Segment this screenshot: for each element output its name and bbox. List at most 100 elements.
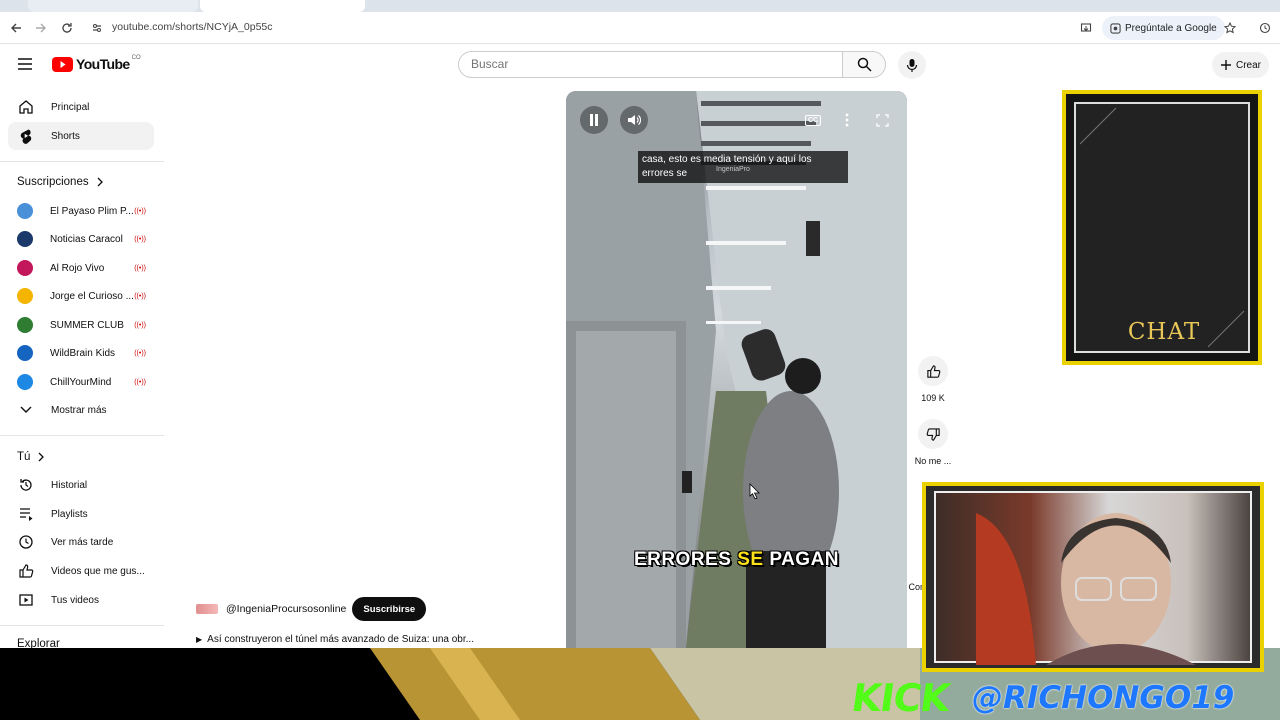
pause-button[interactable] <box>580 106 608 134</box>
channel-handle[interactable]: @IngeniaProcursosonline <box>226 603 346 615</box>
caption-word: PAGAN <box>769 549 840 570</box>
mouse-cursor-icon <box>749 483 760 499</box>
live-icon: ((•)) <box>134 264 146 272</box>
home-icon <box>17 98 35 116</box>
pause-icon <box>590 114 598 126</box>
forward-icon[interactable] <box>31 18 51 38</box>
sidebar-item-playlists[interactable]: Playlists <box>8 500 154 528</box>
sidebar-item-historial[interactable]: Historial <box>8 471 154 499</box>
plus-icon <box>1221 60 1231 70</box>
like-button[interactable] <box>918 356 948 386</box>
more-options-button[interactable] <box>833 106 861 134</box>
webcam-feed <box>934 491 1252 665</box>
search-box <box>458 51 842 78</box>
like-count: 109 K <box>921 393 945 403</box>
sidebar-item-label: Ver más tarde <box>51 536 114 548</box>
channel-avatar[interactable] <box>196 604 218 614</box>
sidebar-item-label: Al Rojo Vivo <box>50 262 105 274</box>
subscription-item[interactable]: Noticias Caracol ((•)) <box>8 225 154 253</box>
kick-logo: KICK <box>848 676 953 720</box>
thumbs-down-icon <box>926 427 940 441</box>
shorts-video-player[interactable]: CC casa, esto es media tensión y aquí lo… <box>566 91 907 648</box>
sidebar-item-shorts[interactable]: Shorts <box>8 122 154 150</box>
live-icon: ((•)) <box>134 292 146 300</box>
sidebar-item-watch-later[interactable]: Ver más tarde <box>8 528 154 556</box>
history-sync-icon[interactable] <box>1255 18 1275 38</box>
search-icon <box>857 57 872 72</box>
you-header-label: Tú <box>17 451 31 463</box>
sidebar-divider <box>0 435 164 436</box>
kick-handle: @RICHONGO19 <box>972 680 1235 716</box>
dislike-button[interactable] <box>918 419 948 449</box>
site-settings-icon[interactable] <box>87 18 107 38</box>
sidebar-item-label: Noticias Caracol <box>50 233 123 245</box>
sidebar-item-label: WildBrain Kids <box>50 347 116 359</box>
channel-avatar <box>17 317 33 333</box>
live-icon: ((•)) <box>134 378 146 386</box>
search-button[interactable] <box>842 51 886 78</box>
browser-tab-active[interactable] <box>200 0 365 12</box>
playlists-icon <box>17 505 35 523</box>
chevron-down-icon <box>17 401 35 419</box>
live-icon: ((•)) <box>134 321 146 329</box>
sidebar-item-label: Playlists <box>51 508 88 520</box>
sidebar-item-label: El Payaso Plim P... <box>50 205 134 217</box>
sidebar-item-label: Principal <box>51 101 90 113</box>
liked-icon <box>17 562 35 580</box>
live-icon: ((•)) <box>134 349 146 357</box>
install-app-icon[interactable] <box>1076 18 1096 38</box>
your-videos-icon <box>17 591 35 609</box>
channel-info-row: @IngeniaProcursosonline Suscribirse <box>196 597 427 621</box>
back-icon[interactable] <box>6 18 26 38</box>
subscription-item[interactable]: El Payaso Plim P... ((•)) <box>8 197 154 225</box>
subscribe-button[interactable]: Suscribirse <box>352 597 427 621</box>
thumbs-up-icon <box>926 364 940 378</box>
stream-chat-overlay: CHAT <box>1062 90 1262 365</box>
subscription-item[interactable]: Jorge el Curioso ... ((•)) <box>8 282 154 310</box>
sidebar-divider <box>0 625 164 626</box>
logo-text: YouTube <box>76 56 130 72</box>
shorts-icon <box>17 127 35 145</box>
channel-avatar <box>17 231 33 247</box>
history-icon <box>17 476 35 494</box>
bookmark-star-icon[interactable] <box>1220 18 1240 38</box>
reload-icon[interactable] <box>57 18 77 38</box>
browser-toolbar: youtube.com/shorts/NCYjA_0p55c Pregúntal… <box>0 12 1280 44</box>
fullscreen-button[interactable] <box>868 106 896 134</box>
browser-tab[interactable] <box>28 0 198 12</box>
video-title-link[interactable]: ▶ Así construyeron el túnel más avanzado … <box>196 634 474 645</box>
watch-later-icon <box>17 533 35 551</box>
subscription-item[interactable]: Al Rojo Vivo ((•)) <box>8 254 154 282</box>
sidebar-item-liked-videos[interactable]: Videos que me gus... <box>8 557 154 585</box>
subscriptions-header[interactable]: Suscripciones <box>17 176 104 188</box>
sidebar-item-your-videos[interactable]: Tus videos <box>8 586 154 614</box>
subscription-item[interactable]: SUMMER CLUB ((•)) <box>8 311 154 339</box>
chevron-right-icon <box>38 452 45 462</box>
country-code: CO <box>131 55 141 61</box>
sidebar-item-label: Videos que me gus... <box>51 565 145 577</box>
voice-search-button[interactable] <box>898 51 926 79</box>
sidebar-item-principal[interactable]: Principal <box>8 93 154 121</box>
show-more-button[interactable]: Mostrar más <box>8 396 154 424</box>
youtube-play-icon <box>52 56 73 72</box>
microphone-icon <box>906 58 918 72</box>
subscription-item[interactable]: ChillYourMind ((•)) <box>8 368 154 396</box>
you-header[interactable]: Tú <box>17 451 45 463</box>
webcam-overlay <box>922 482 1264 672</box>
live-icon: ((•)) <box>134 207 146 215</box>
sidebar-item-label: Historial <box>51 479 88 491</box>
subscription-item[interactable]: WildBrain Kids ((•)) <box>8 339 154 367</box>
search-input[interactable] <box>471 57 821 71</box>
menu-icon[interactable] <box>17 57 33 71</box>
create-button[interactable]: Crear <box>1212 52 1270 78</box>
youtube-logo[interactable]: YouTube CO <box>52 55 141 72</box>
channel-avatar <box>17 203 33 219</box>
ask-google-button[interactable]: Pregúntale a Google <box>1102 16 1225 40</box>
sidebar-divider <box>0 161 164 162</box>
volume-button[interactable] <box>620 106 648 134</box>
address-bar[interactable]: youtube.com/shorts/NCYjA_0p55c <box>112 21 273 33</box>
channel-avatar <box>17 345 33 361</box>
caption-word-highlight: SE <box>737 549 764 570</box>
captions-button[interactable]: CC <box>799 106 827 134</box>
sidebar-item-label: ChillYourMind <box>50 376 112 388</box>
